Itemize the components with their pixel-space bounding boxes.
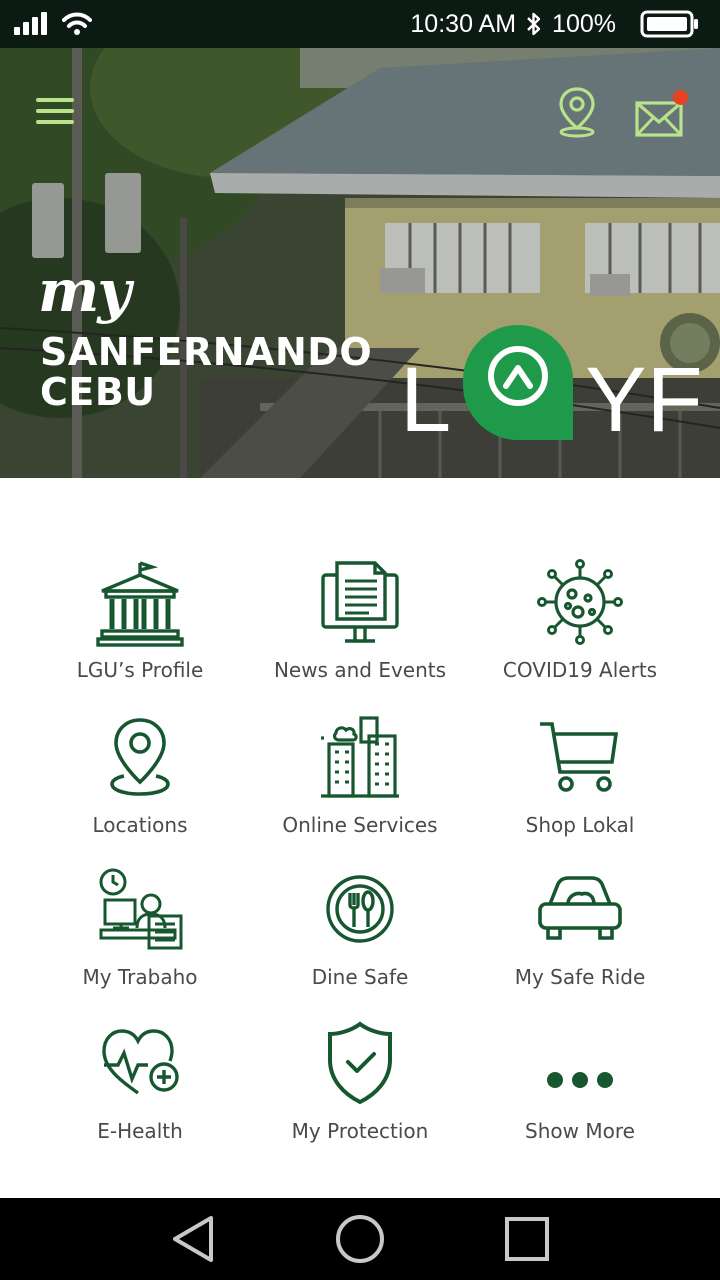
bluetooth-icon — [527, 12, 541, 36]
tile-label: My Trabaho — [82, 965, 198, 989]
tile-label: COVID19 Alerts — [502, 658, 658, 682]
back-button[interactable] — [163, 1209, 223, 1269]
loyf-badge-icon — [463, 325, 574, 440]
signal-icon — [14, 12, 47, 35]
brand-my: my — [38, 257, 131, 325]
brand-city-line1: SANFERNANDO — [40, 330, 373, 374]
notification-dot — [673, 90, 688, 105]
loyf-l: L — [400, 349, 452, 451]
more-dots-icon — [547, 1072, 613, 1088]
tile-label: My Protection — [291, 1119, 429, 1143]
map-pin-icon[interactable] — [556, 86, 598, 138]
recents-icon — [504, 1217, 549, 1261]
tile-label: My Safe Ride — [514, 965, 646, 989]
tile-label: Show More — [525, 1119, 635, 1143]
loyf-yf: YF — [585, 349, 703, 451]
tile-label: Dine Safe — [311, 965, 409, 989]
tile-lgu-profile[interactable]: LGU’s Profile — [30, 552, 250, 707]
tile-my-protection[interactable]: My Protection — [250, 1013, 470, 1173]
tile-my-safe-ride[interactable]: My Safe Ride — [470, 859, 690, 1013]
brand-city: SANFERNANDO CEBU — [40, 332, 372, 412]
tile-online-services[interactable]: Online Services — [250, 707, 470, 859]
status-left — [14, 12, 92, 36]
battery-percent: 100% — [552, 9, 616, 38]
back-icon — [173, 1216, 214, 1262]
status-right: 10:30 AM 100% — [410, 10, 700, 39]
worker-desk-icon — [99, 868, 183, 950]
tile-news-events[interactable]: News and Events — [250, 552, 470, 707]
plate-utensils-icon — [326, 875, 394, 943]
wifi-icon — [62, 12, 92, 35]
tile-label: Online Services — [282, 813, 438, 837]
status-bar: 10:30 AM 100% — [0, 0, 720, 48]
tile-label: E-Health — [97, 1119, 183, 1143]
tile-shop-lokal[interactable]: Shop Lokal — [470, 707, 690, 859]
government-building-icon — [96, 561, 184, 647]
tile-label: News and Events — [273, 658, 447, 682]
mail-icon[interactable] — [634, 100, 684, 142]
newspaper-icon — [321, 561, 399, 643]
battery-icon — [640, 10, 698, 38]
tile-dine-safe[interactable]: Dine Safe — [250, 859, 470, 1013]
heart-health-icon — [102, 1029, 179, 1095]
tile-locations[interactable]: Locations — [30, 707, 250, 859]
tile-label: Locations — [92, 813, 188, 837]
hamburger-menu-icon[interactable] — [36, 98, 74, 126]
shopping-cart-icon — [540, 722, 619, 792]
tile-show-more[interactable]: Show More — [470, 1013, 690, 1173]
recents-button[interactable] — [497, 1209, 557, 1269]
home-icon — [335, 1215, 384, 1263]
brand-city-line2: CEBU — [40, 370, 156, 414]
status-time: 10:30 AM — [410, 9, 517, 38]
mail-button[interactable] — [634, 90, 688, 137]
location-pin-icon — [110, 718, 170, 796]
tile-my-trabaho[interactable]: My Trabaho — [30, 859, 250, 1013]
tile-covid19-alerts[interactable]: COVID19 Alerts — [470, 552, 690, 707]
tile-label: LGU’s Profile — [76, 658, 204, 682]
shield-check-icon — [328, 1021, 392, 1105]
home-button[interactable] — [330, 1209, 390, 1269]
tile-e-health[interactable]: E-Health — [30, 1013, 250, 1173]
services-grid: LGU’s Profile News and Events COVID19 Al… — [30, 552, 690, 1173]
car-icon — [538, 876, 622, 940]
system-nav-bar — [0, 1198, 720, 1280]
city-buildings-icon — [321, 716, 399, 798]
virus-icon — [537, 559, 623, 645]
tile-label: Shop Lokal — [525, 813, 635, 837]
hero-banner: my SANFERNANDO CEBU L YF — [0, 48, 720, 478]
brand-loyf-logo: L YF — [400, 280, 703, 450]
